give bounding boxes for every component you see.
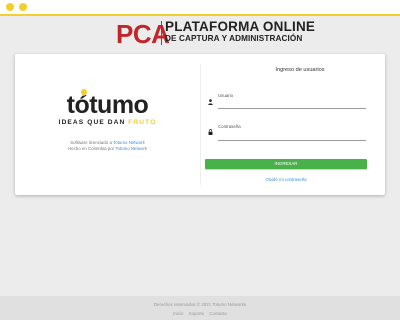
login-submit-button[interactable]: INGRESAR xyxy=(205,159,367,169)
user-icon xyxy=(208,99,213,105)
licence-prefix: Software licenciado a xyxy=(70,140,114,145)
logo-word: tótumo xyxy=(66,91,149,119)
brand-logo: tótumo IDEAS QUE DAN FRUTO xyxy=(15,87,200,126)
password-label: Contraseña xyxy=(218,124,241,129)
page-header: PCA PLATAFORMA ONLINE DE CAPTURA Y ADMIN… xyxy=(0,16,400,52)
header-divider xyxy=(161,21,162,45)
card-divider xyxy=(200,64,201,185)
login-title: Ingreso de usuarios xyxy=(275,67,325,73)
user-field-underline xyxy=(218,108,366,109)
footer-links: Inicio Soporte Contacto xyxy=(0,311,400,316)
page-footer: Derechos reservados © 2021 Totumo Networ… xyxy=(0,296,400,320)
password-field[interactable] xyxy=(218,131,366,138)
window-top-bar xyxy=(0,0,400,16)
login-card: tótumo IDEAS QUE DAN FRUTO Software lice… xyxy=(15,54,385,195)
licence-text: Software licenciado a Totumo Network Hec… xyxy=(15,140,200,152)
made-by-link[interactable]: Totumo Network xyxy=(115,146,147,151)
footer-link-inicio[interactable]: Inicio xyxy=(173,311,183,316)
header-acronym: PCA xyxy=(116,19,170,49)
header-title-line1: PLATAFORMA ONLINE xyxy=(165,19,316,34)
lock-icon xyxy=(208,129,213,135)
logo-wordmark: tótumo xyxy=(66,87,149,119)
licence-link[interactable]: Totumo Network xyxy=(113,140,145,145)
window-dot-icon[interactable] xyxy=(6,3,14,11)
tagline-text: IDEAS QUE DAN xyxy=(58,119,129,126)
user-label: Usuario xyxy=(218,93,234,98)
tagline-highlight: FRUTO xyxy=(128,119,157,126)
footer-copyright: Derechos reservados © 2021 Totumo Networ… xyxy=(153,302,247,307)
window-dot-icon[interactable] xyxy=(19,3,27,11)
footer-link-soporte[interactable]: Soporte xyxy=(189,311,204,316)
made-prefix: Hecho en Colombia por xyxy=(67,146,116,151)
forgot-password-link[interactable]: Olvidé mi contraseña xyxy=(205,177,367,182)
logo-tagline: IDEAS QUE DAN FRUTO xyxy=(15,119,200,126)
password-field-underline xyxy=(218,140,366,141)
footer-link-contacto[interactable]: Contacto xyxy=(209,311,227,316)
header-title-line2: DE CAPTURA Y ADMINISTRACIÓN xyxy=(165,34,303,43)
user-field[interactable] xyxy=(218,100,366,107)
